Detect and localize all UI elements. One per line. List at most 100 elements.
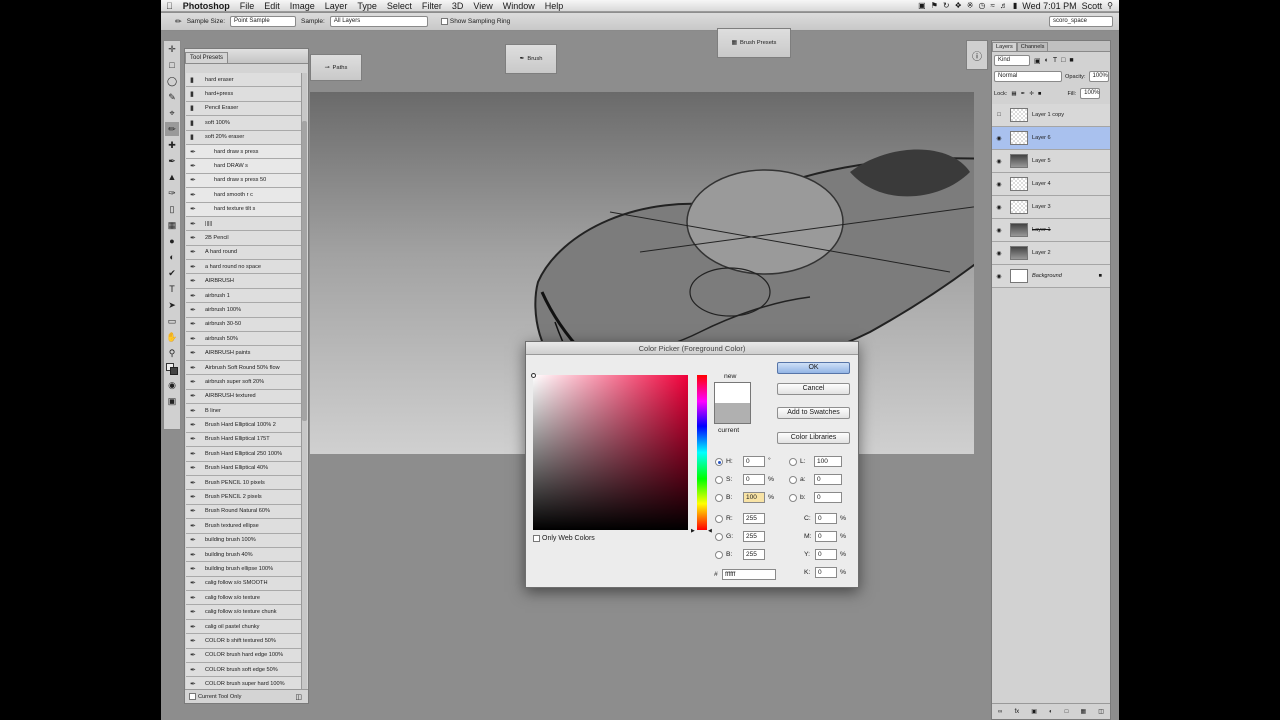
cancel-button[interactable]: Cancel <box>777 383 850 395</box>
app-menu[interactable]: Photoshop <box>178 1 235 11</box>
user-menu[interactable]: Scott <box>1082 1 1103 11</box>
preset-item[interactable]: ✒ building brush 40% <box>186 547 301 563</box>
layer-row-background[interactable]: ◉ Background ■ <box>992 265 1110 288</box>
preset-item[interactable]: ✒ Brush Hard Elliptical 175T <box>186 432 301 448</box>
preset-item[interactable]: ✒ ||||| <box>186 216 301 232</box>
b-input[interactable]: 100 <box>743 492 765 503</box>
preset-item[interactable]: ✒ Brush Round Natural 60% <box>186 504 301 520</box>
tab-tool-presets[interactable]: Tool Presets <box>185 52 229 63</box>
brush-tool-icon[interactable]: ✒ <box>165 154 179 168</box>
radio-h[interactable] <box>715 458 723 466</box>
preset-item[interactable]: ✒ Brush PENCIL 2 pixels <box>186 490 301 505</box>
lock-image-icon[interactable]: ✒ <box>1021 91 1026 97</box>
eye-icon[interactable]: ◉ <box>992 227 1006 234</box>
menu-select[interactable]: Select <box>382 1 417 11</box>
radio-blue[interactable] <box>715 551 723 559</box>
type-tool-icon[interactable]: T <box>165 282 179 296</box>
brush-panel-collapsed[interactable]: ✒ Brush <box>505 44 557 74</box>
trash-icon[interactable]: ◫ <box>295 693 302 701</box>
menu-edit[interactable]: Edit <box>259 1 285 11</box>
sample-select[interactable]: All Layers <box>329 16 428 27</box>
hand-tool-icon[interactable]: ✋ <box>165 330 179 344</box>
preset-item[interactable]: ✒ Brush textured ellipse <box>186 519 301 534</box>
adjustment-icon[interactable]: ◐ <box>1049 709 1053 715</box>
preset-item[interactable]: ✒ COLOR brush soft edge 50% <box>186 663 301 678</box>
r-input[interactable]: 255 <box>743 513 765 524</box>
preset-item[interactable]: ✒ Brush Hard Elliptical 250 100% <box>186 447 301 462</box>
bluetooth-icon[interactable]: ※ <box>967 1 974 11</box>
hue-slider[interactable] <box>697 375 707 530</box>
move-tool-icon[interactable]: ✛ <box>165 42 179 56</box>
preset-item[interactable]: ✒ Brush PENCIL 10 pixels <box>186 475 301 491</box>
paths-panel-collapsed[interactable]: ⊸ Paths <box>310 54 362 81</box>
workspace-select[interactable]: scoro_space <box>1049 16 1113 27</box>
eye-icon[interactable]: ◉ <box>992 181 1006 188</box>
y-input[interactable]: 0 <box>815 549 837 560</box>
pen-tool-icon[interactable]: ✔ <box>165 266 179 280</box>
s-input[interactable]: 0 <box>743 474 765 485</box>
healing-tool-icon[interactable]: ✚ <box>165 138 179 152</box>
quick-mask-icon[interactable]: ◉ <box>165 378 179 392</box>
gradient-tool-icon[interactable]: ▦ <box>165 218 179 232</box>
crop-tool-icon[interactable]: ⌖ <box>165 106 179 120</box>
layer-row-selected[interactable]: ◉ Layer 6 <box>992 127 1110 150</box>
radio-lab-b[interactable] <box>789 494 797 502</box>
lock-position-icon[interactable]: ✛ <box>1029 91 1034 97</box>
eyedropper-tool-icon[interactable]: ✏ <box>165 122 179 136</box>
layer-row[interactable]: □ Layer 1 copy <box>992 104 1110 127</box>
preset-item[interactable]: ✒ AIRBRUSH textured <box>186 389 301 404</box>
preset-item[interactable]: ✒ 2B Pencil <box>186 231 301 246</box>
radio-l[interactable] <box>789 458 797 466</box>
eyedropper-tool-icon[interactable]: ✏ <box>175 17 182 27</box>
preset-item[interactable]: ✒ calig follow s/o texture <box>186 591 301 606</box>
kind-filter-select[interactable]: Kind <box>994 55 1030 66</box>
lasso-tool-icon[interactable]: ◯ <box>165 74 179 88</box>
preset-item[interactable]: ✒ Airbrush Soft Round 50% flow <box>186 360 301 376</box>
menu-type[interactable]: Type <box>352 1 382 11</box>
radio-r[interactable] <box>715 515 723 523</box>
radio-b[interactable] <box>715 494 723 502</box>
folder-icon[interactable]: □ <box>1065 709 1069 715</box>
menu-view[interactable]: View <box>468 1 497 11</box>
preset-item[interactable]: ▮ Pencil Eraser <box>186 101 301 117</box>
color-libraries-button[interactable]: Color Libraries <box>777 432 850 444</box>
dropbox-icon[interactable]: ❖ <box>955 1 962 11</box>
eye-icon[interactable]: ◉ <box>992 273 1006 280</box>
layer-row[interactable]: ◉ Layer 2 <box>992 242 1110 265</box>
saturation-brightness-field[interactable] <box>533 375 688 530</box>
eraser-tool-icon[interactable]: ▯ <box>165 202 179 216</box>
color-swatches-icon[interactable] <box>165 362 179 376</box>
preset-item[interactable]: ✒ building brush 100% <box>186 533 301 548</box>
hue-slider-right-arrow-icon[interactable]: ◀ <box>708 528 712 534</box>
flag-icon[interactable]: ⚑ <box>931 1 938 11</box>
preset-item[interactable]: ✒ COLOR brush hard edge 100% <box>186 648 301 664</box>
battery-icon[interactable]: ▮ <box>1013 1 1017 11</box>
volume-icon[interactable]: ♬ <box>1000 1 1008 11</box>
blend-mode-select[interactable]: Normal <box>994 71 1062 82</box>
preset-item[interactable]: ✒ AIRBRUSH paints <box>186 346 301 361</box>
fx-icon[interactable]: fx <box>1014 709 1019 715</box>
shape-tool-icon[interactable]: ▭ <box>165 314 179 328</box>
preset-item[interactable]: ▮ hard eraser <box>186 73 301 88</box>
h-input[interactable]: 0 <box>743 456 765 467</box>
screen-mode-icon[interactable]: ▣ <box>165 394 179 408</box>
opacity-input[interactable]: 100% <box>1088 71 1109 82</box>
fill-input[interactable]: 100% <box>1080 88 1101 99</box>
color-field-cursor[interactable] <box>531 373 536 378</box>
only-web-colors-checkbox[interactable]: Only Web Colors <box>533 535 595 542</box>
ok-button[interactable]: OK <box>777 362 850 374</box>
history-brush-tool-icon[interactable]: ✑ <box>165 186 179 200</box>
menu-window[interactable]: Window <box>498 1 540 11</box>
preset-item[interactable]: ✒ airbrush 1 <box>186 288 301 304</box>
preset-item[interactable]: ▮ soft 100% <box>186 116 301 131</box>
link-icon[interactable]: ∞ <box>998 709 1002 715</box>
preset-item[interactable]: ✒ airbrush super soft 20% <box>186 375 301 390</box>
wifi-icon[interactable]: ≈ <box>990 1 994 11</box>
sampling-ring-checkbox[interactable]: Show Sampling Ring <box>440 17 510 25</box>
preset-item[interactable]: ✒ hard draw s press <box>186 144 301 160</box>
preset-item[interactable]: ✒ calig oil pastel chunky <box>186 619 301 635</box>
radio-g[interactable] <box>715 533 723 541</box>
radio-a[interactable] <box>789 476 797 484</box>
menu-image[interactable]: Image <box>285 1 320 11</box>
brush-presets-panel-collapsed[interactable]: ▦ Brush Presets <box>717 28 791 58</box>
